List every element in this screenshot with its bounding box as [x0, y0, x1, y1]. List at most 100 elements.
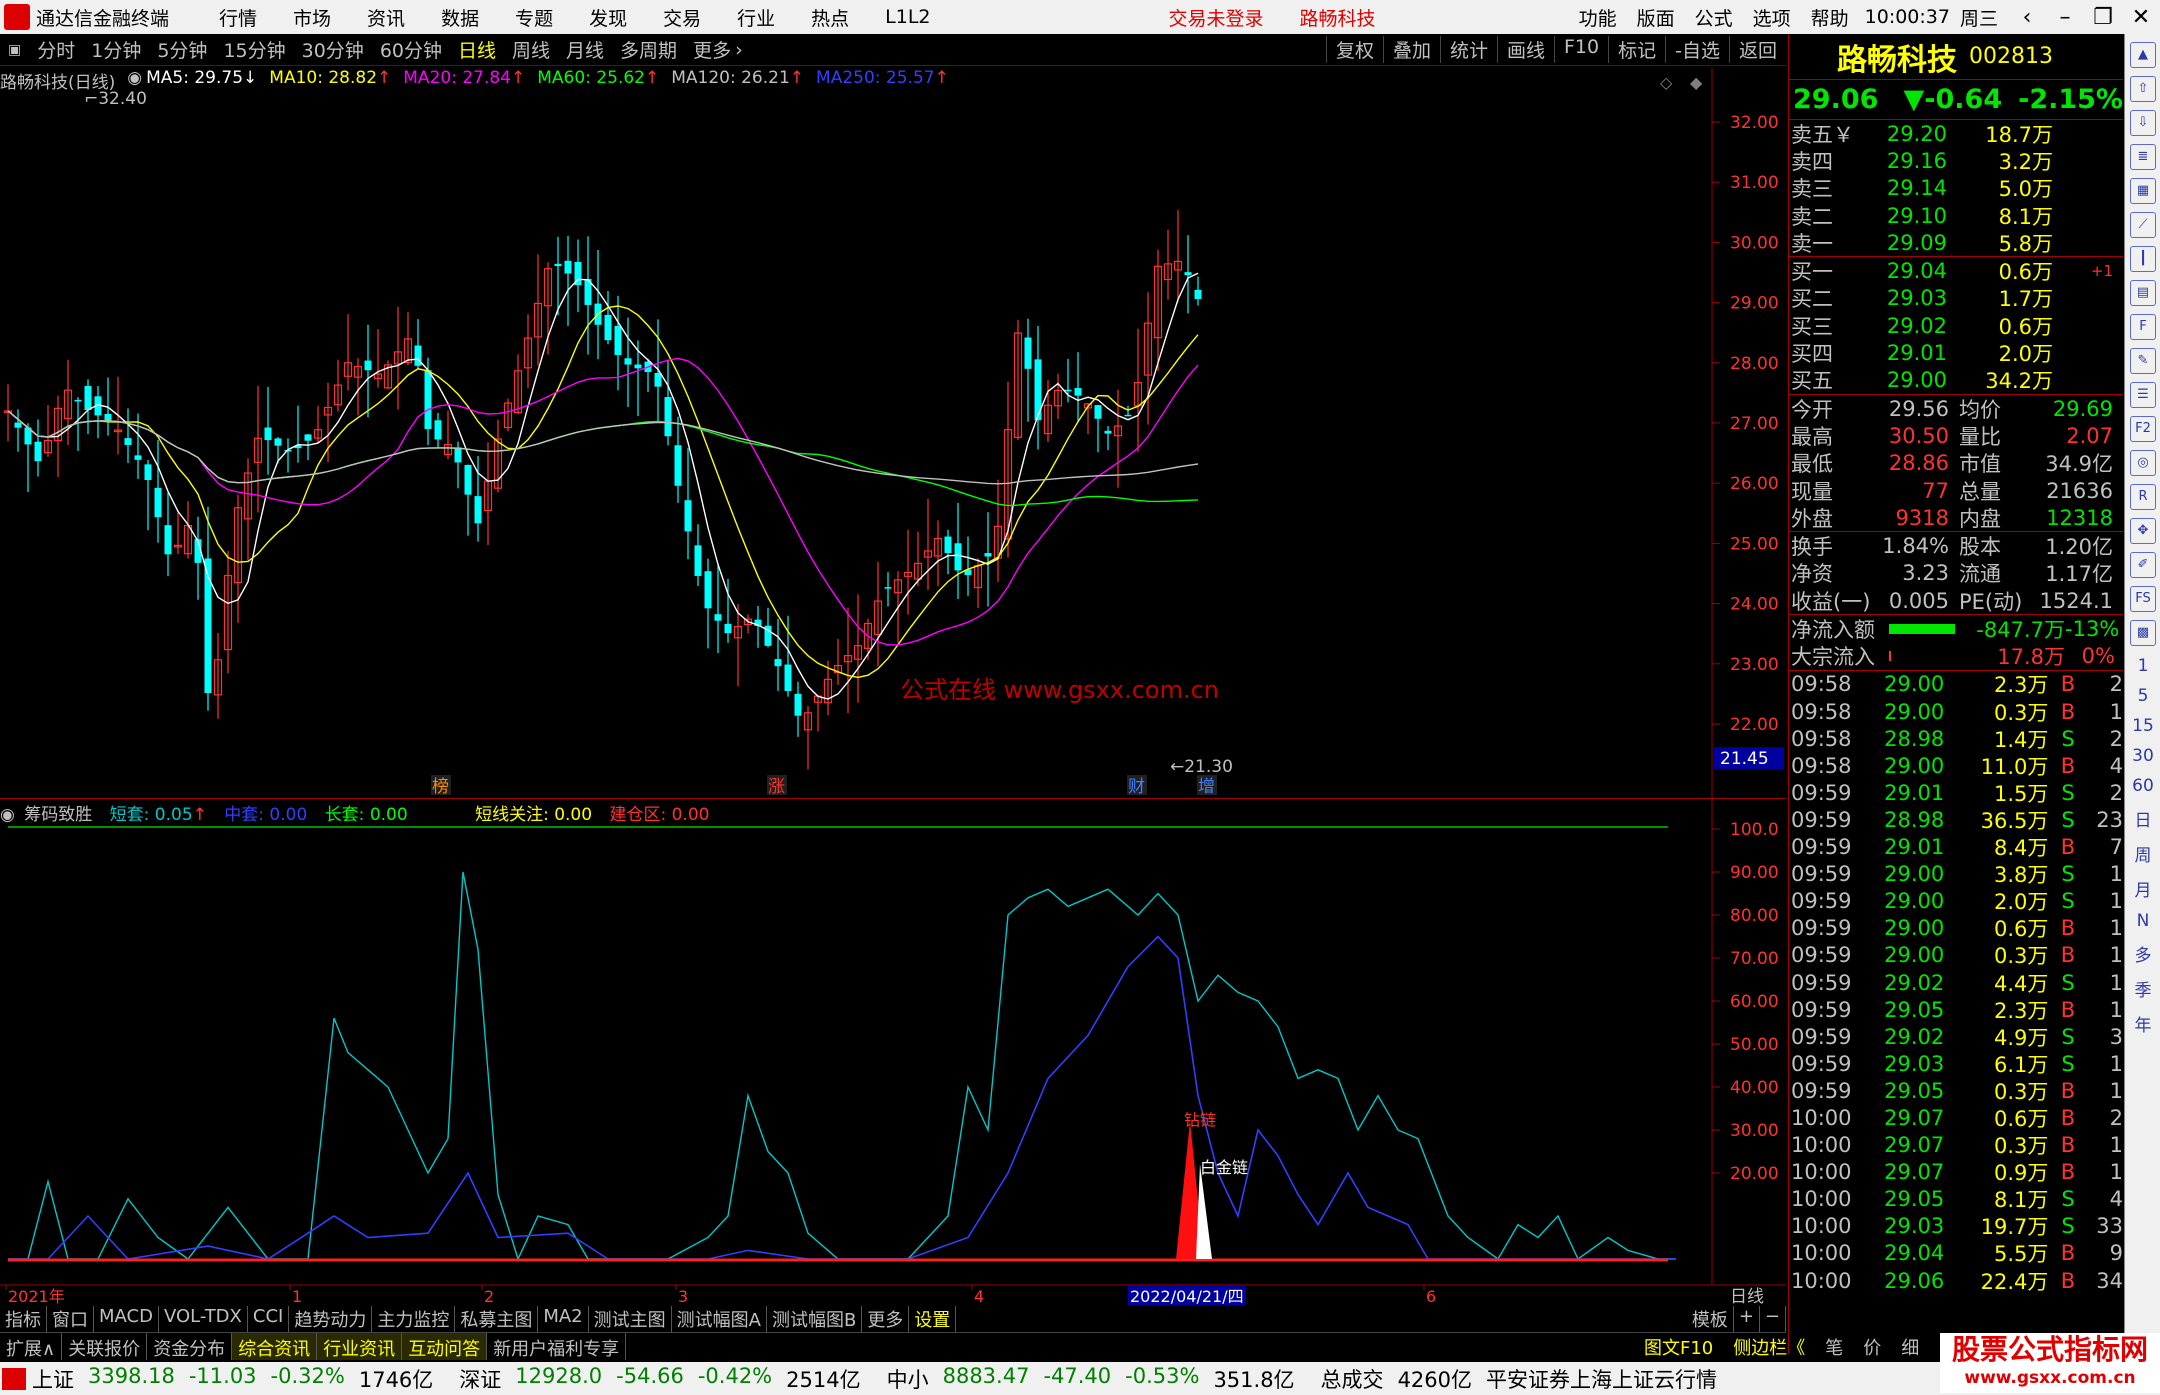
period-30min[interactable]: 30分钟 — [302, 36, 364, 63]
event-marker[interactable]: 榜 — [432, 777, 449, 797]
period-5min[interactable]: 5分钟 — [157, 36, 207, 63]
up-arrow-icon[interactable]: ⇧ — [2130, 76, 2156, 102]
period-monthly[interactable]: 月线 — [566, 36, 604, 63]
info-tab[interactable]: 行业资讯 — [317, 1333, 403, 1360]
kline-icon[interactable]: ┃ — [2130, 246, 2156, 272]
indicator-tab[interactable]: 设置 — [909, 1306, 957, 1332]
indicator-tab[interactable]: 主力监控 — [372, 1306, 456, 1332]
indicator-chart[interactable]: 钻链白金链 100.0 90.00 80.00 70.00 60.00 50.00 40.0… — [0, 798, 1786, 1284]
ask-row[interactable]: 卖三 29.14 5.0万 — [1789, 175, 2123, 202]
side-tab[interactable]: 价 — [1853, 1334, 1891, 1360]
side-tab[interactable]: 图文F10 — [1634, 1334, 1723, 1360]
indicator-tab[interactable]: 指标 — [0, 1306, 47, 1332]
period-weekly[interactable]: 周线 — [512, 36, 550, 63]
menu-topics[interactable]: 专题 — [515, 4, 553, 31]
ask-row[interactable]: 卖五￥ 29.20 18.7万 — [1789, 120, 2123, 147]
period-15min[interactable]: 15分钟 — [223, 36, 285, 63]
diamond-icon[interactable]: ◇ — [1660, 73, 1673, 92]
overlay-icon[interactable]: ◎ — [2130, 450, 2156, 476]
side-tab[interactable]: 笔 — [1815, 1334, 1853, 1360]
bid-row[interactable]: 买三 29.02 0.6万 — [1789, 312, 2123, 339]
tick-list[interactable]: 09:58 29.00 2.3万 B 2 09:58 29.00 0.3万 B 1 09:58 28.… — [1789, 671, 2123, 1294]
settings-icon[interactable]: ◉ — [127, 68, 142, 94]
period-shortcut-年[interactable]: 年 — [2125, 1011, 2160, 1036]
period-1min[interactable]: 1分钟 — [91, 36, 141, 63]
event-marker[interactable]: 增 — [1198, 777, 1215, 797]
indicator-tab[interactable]: CCI — [248, 1306, 290, 1332]
notes-icon[interactable]: ✎ — [2130, 348, 2156, 374]
trade-login-status[interactable]: 交易未登录 — [1169, 4, 1264, 31]
add-tab-icon[interactable]: + — [1734, 1306, 1760, 1332]
diamond-icon[interactable]: ◆ — [1690, 73, 1703, 92]
side-tab[interactable]: 细 — [1891, 1334, 1929, 1360]
menu-market[interactable]: 市场 — [293, 4, 331, 31]
stock-name-link[interactable]: 路畅科技 — [1300, 4, 1376, 31]
indicator-tab[interactable]: 测试幅图B — [767, 1306, 863, 1332]
menu-discover[interactable]: 发现 — [589, 4, 627, 31]
menu-news[interactable]: 资讯 — [367, 4, 405, 31]
event-marker[interactable]: 财 — [1128, 777, 1145, 797]
info-tab[interactable]: 互动问答 — [402, 1333, 488, 1360]
menu-trade[interactable]: 交易 — [663, 4, 701, 31]
f10-icon[interactable]: F — [2130, 314, 2156, 340]
news-icon[interactable]: ▤ — [2130, 280, 2156, 306]
bid-row[interactable]: 买四 29.01 2.0万 — [1789, 339, 2123, 366]
tool-watchlist[interactable]: -自选 — [1665, 36, 1729, 63]
info-tab[interactable]: 新用户福利专享 — [487, 1333, 627, 1360]
info-tab[interactable]: 扩展∧ — [0, 1333, 63, 1360]
chevron-right-icon[interactable]: › — [735, 39, 743, 61]
menu-data[interactable]: 数据 — [441, 4, 479, 31]
tool-restore-rights[interactable]: 复权 — [1325, 36, 1383, 63]
close-icon[interactable]: ✕ — [2122, 5, 2160, 30]
down-arrow-icon[interactable]: ⇩ — [2130, 110, 2156, 136]
collapse-icon[interactable]: ▲ — [2130, 42, 2156, 68]
info-tab[interactable]: 综合资讯 — [232, 1333, 318, 1360]
indicator-tab[interactable]: 模板 — [1687, 1306, 1734, 1332]
period-daily[interactable]: 日线 — [458, 36, 496, 63]
ask-row[interactable]: 卖二 29.10 8.1万 — [1789, 202, 2123, 229]
list-icon[interactable]: ☰ — [2130, 382, 2156, 408]
indicator-tab[interactable]: MA2 — [538, 1306, 589, 1332]
period-shortcut-季[interactable]: 季 — [2125, 976, 2160, 1001]
period-shortcut-N[interactable]: N — [2125, 911, 2160, 931]
info-tab[interactable]: 资金分布 — [147, 1333, 233, 1360]
indicator-tab[interactable]: 私募主图 — [455, 1306, 539, 1332]
side-tab[interactable]: 侧边栏《 — [1723, 1334, 1815, 1360]
period-shortcut-日[interactable]: 日 — [2125, 806, 2160, 831]
back-icon[interactable]: ‹ — [2008, 5, 2046, 30]
menu-layout[interactable]: 版面 — [1637, 4, 1675, 31]
indicator-tab[interactable]: 趋势动力 — [289, 1306, 373, 1332]
tool-back[interactable]: 返回 — [1728, 36, 1786, 63]
period-shortcut-15[interactable]: 15 — [2125, 716, 2160, 736]
event-marker[interactable]: 涨 — [768, 777, 785, 797]
menu-function[interactable]: 功能 — [1579, 4, 1617, 31]
remove-tab-icon[interactable]: − — [1760, 1306, 1786, 1332]
menu-l1l2[interactable]: L1L2 — [885, 6, 930, 28]
move-icon[interactable]: ✥ — [2130, 518, 2156, 544]
bid-row[interactable]: 买五 29.00 34.2万 — [1789, 367, 2123, 394]
indicator-tab[interactable]: 更多 — [862, 1306, 910, 1332]
bid-row[interactable]: 买一 29.04 0.6万 +1 — [1789, 257, 2123, 284]
tool-statistics[interactable]: 统计 — [1439, 36, 1497, 63]
tool-f10[interactable]: F10 — [1554, 36, 1608, 63]
kline-chart[interactable]: 32.00 31.00 30.00 29.00 28.00 27.00 26.00 25.00… — [0, 68, 1786, 798]
period-shortcut-5[interactable]: 5 — [2125, 686, 2160, 706]
indicator-tab[interactable]: 窗口 — [47, 1306, 94, 1332]
expand-icon[interactable]: ▣ — [8, 42, 21, 58]
rsi-icon[interactable]: R — [2130, 484, 2156, 510]
tool-mark[interactable]: 标记 — [1608, 36, 1665, 63]
table-icon[interactable]: ▦ — [2130, 178, 2156, 204]
indicator-tab[interactable]: 测试幅图A — [672, 1306, 767, 1332]
minimize-icon[interactable]: – — [2046, 5, 2084, 30]
indicator-tab[interactable]: VOL-TDX — [159, 1306, 248, 1332]
pen-icon[interactable]: ✐ — [2130, 552, 2156, 578]
period-shortcut-30[interactable]: 30 — [2125, 746, 2160, 766]
ask-row[interactable]: 卖一 29.09 5.8万 — [1789, 229, 2123, 256]
ask-row[interactable]: 卖四 29.16 3.2万 — [1789, 147, 2123, 174]
indicator-settings-icon[interactable]: ◉ — [0, 805, 15, 825]
bid-row[interactable]: 买二 29.03 1.7万 — [1789, 285, 2123, 312]
menu-formula[interactable]: 公式 — [1695, 4, 1733, 31]
menu-industry[interactable]: 行业 — [737, 4, 775, 31]
period-shortcut-月[interactable]: 月 — [2125, 876, 2160, 901]
info-tab[interactable]: 关联报价 — [62, 1333, 148, 1360]
